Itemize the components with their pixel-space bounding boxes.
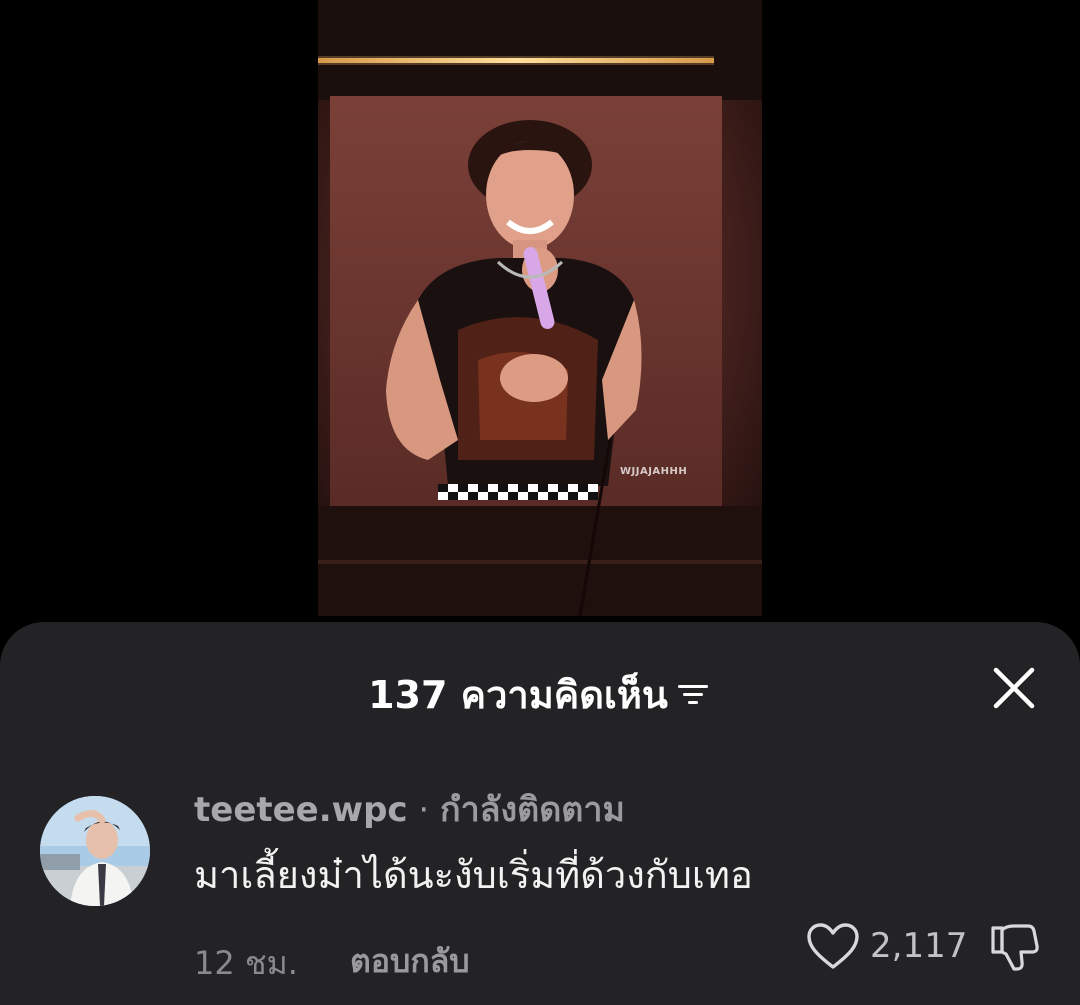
dislike-button[interactable] xyxy=(986,920,1040,974)
post-photo[interactable]: WJJAJAHHH xyxy=(318,0,762,616)
sort-filter-icon[interactable] xyxy=(677,682,712,708)
comments-header: 137 ความคิดเห็น xyxy=(0,622,1080,758)
comments-count-label: 137 ความคิดเห็น xyxy=(368,673,668,717)
follow-status: กำลังติดตาม xyxy=(440,790,625,830)
close-button[interactable] xyxy=(984,658,1044,718)
comments-title[interactable]: 137 ความคิดเห็น xyxy=(0,664,1080,725)
comment-username[interactable]: teetee.wpc xyxy=(194,790,408,830)
avatar-image xyxy=(40,796,150,906)
comment-item: teetee.wpc · กำลังติดตาม มาเลี้ยงม๋าได้น… xyxy=(0,778,1080,998)
heart-outline-icon xyxy=(807,923,859,969)
reply-button[interactable]: ตอบกลับ xyxy=(350,936,470,987)
meta-separator: · xyxy=(407,790,440,830)
like-count: 2,117 xyxy=(870,926,968,966)
concert-photo-illustration xyxy=(318,0,762,616)
comments-sheet: 137 ความคิดเห็น teetee.wpc · กำลังติดตาม… xyxy=(0,622,1080,1005)
close-icon xyxy=(993,667,1035,709)
comment-text: มาเลี้ยงม๋าได้นะงับเริ่มที่ด้วงกับเทอ xyxy=(194,853,753,897)
thumbs-down-icon xyxy=(991,924,1039,971)
photo-watermark: WJJAJAHHH xyxy=(620,466,688,477)
avatar[interactable] xyxy=(40,796,150,906)
comment-timestamp: 12 ชม. xyxy=(194,944,298,982)
like-button[interactable] xyxy=(806,922,860,972)
screen: WJJAJAHHH 137 ความคิดเห็น teetee.wpc · ก… xyxy=(0,0,1080,1005)
comment-meta: teetee.wpc · กำลังติดตาม xyxy=(194,782,625,836)
